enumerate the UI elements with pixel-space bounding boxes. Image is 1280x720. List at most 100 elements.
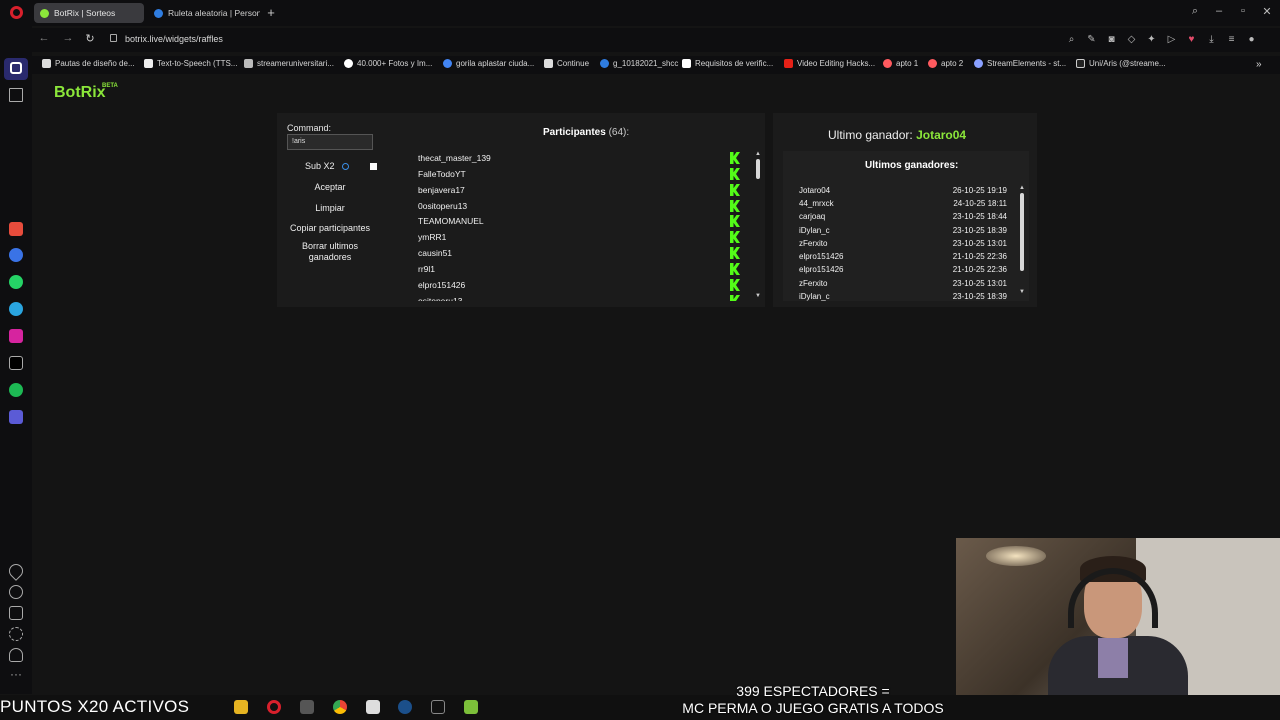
reload-button[interactable]: ↻: [82, 32, 98, 45]
back-button[interactable]: ←: [36, 32, 52, 44]
heart-icon[interactable]: [6, 561, 26, 581]
steam-icon[interactable]: [398, 700, 412, 714]
forward-button[interactable]: →: [60, 32, 76, 44]
download-icon[interactable]: ⤓: [1206, 34, 1217, 45]
more-icon[interactable]: ···: [9, 668, 23, 683]
shield-icon[interactable]: ◇: [1126, 34, 1137, 45]
bookmark-item[interactable]: streameruniversitari...: [244, 59, 334, 68]
tab-botrix[interactable]: BotRix | Sorteos: [34, 3, 144, 23]
sub-x2-checkbox[interactable]: [370, 163, 377, 170]
chrome-icon[interactable]: [333, 700, 347, 714]
app-icon[interactable]: [300, 700, 314, 714]
spotify-icon[interactable]: [9, 383, 23, 397]
bookmark-item[interactable]: apto 1: [883, 59, 918, 68]
winners-scrollbar[interactable]: ▲ ▼: [1019, 185, 1025, 297]
bookmark-item[interactable]: apto 2: [928, 59, 963, 68]
winner-row: iDylan_c 23-10-25 18:39: [799, 226, 1007, 235]
new-tab-button[interactable]: +: [264, 6, 278, 20]
instagram-icon[interactable]: [9, 329, 23, 343]
participants-scrollbar[interactable]: ▲ ▼: [755, 151, 761, 301]
list-item: 0ositoperu13: [407, 199, 740, 215]
whatsapp-icon[interactable]: [9, 275, 23, 289]
folder-icon[interactable]: [234, 700, 248, 714]
winner-row: zFerxito 23-10-25 13:01: [799, 239, 1007, 248]
botrix-logo[interactable]: BotRix BETA: [54, 83, 118, 102]
edit-icon[interactable]: ✎: [1086, 34, 1097, 45]
bookmark-item[interactable]: StreamElements - st...: [974, 59, 1066, 68]
more-bookmarks-icon[interactable]: »: [1256, 59, 1262, 70]
aria-icon[interactable]: [9, 222, 23, 236]
scroll-down-icon[interactable]: ▼: [755, 293, 761, 299]
x-icon[interactable]: [9, 356, 23, 370]
webcam-light: [986, 546, 1046, 566]
delete-winners-button[interactable]: Borrar ultimos ganadores: [287, 241, 373, 263]
list-item: causin51: [407, 246, 740, 262]
url-field[interactable]: botrix.live/widgets/raffles: [125, 34, 223, 44]
bookmark-item[interactable]: g_10182021_shcc: [600, 59, 678, 68]
window-icon[interactable]: [366, 700, 380, 714]
telegram-icon[interactable]: [9, 302, 23, 316]
play-icon[interactable]: ▷: [1166, 34, 1177, 45]
bookmark-item[interactable]: Requisitos de verific...: [682, 59, 773, 68]
scroll-down-icon[interactable]: ▼: [1019, 289, 1025, 295]
taskbar: [0, 695, 1280, 720]
heart-icon[interactable]: ♥: [1186, 34, 1197, 45]
list-item: elpro151426: [407, 278, 740, 294]
bookmark-item[interactable]: Continue: [544, 59, 589, 68]
accept-button[interactable]: Aceptar: [287, 182, 373, 193]
winner-row: elpro151426 21-10-25 22:36: [799, 252, 1007, 261]
x-icon: [682, 59, 691, 68]
command-input[interactable]: !aris: [287, 134, 373, 150]
kick-icon: [730, 231, 740, 243]
participants-list: thecat_master_139 FalleTodoYT benjavera1…: [407, 151, 747, 301]
kick-icon: [730, 247, 740, 259]
bookmark-item[interactable]: Pautas de diseño de...: [42, 59, 135, 68]
cube-icon[interactable]: [9, 606, 23, 620]
copy-participants-button[interactable]: Copiar participantes: [287, 223, 373, 234]
opera-icon[interactable]: [267, 700, 281, 714]
scroll-thumb[interactable]: [1020, 193, 1024, 271]
bookmark-item[interactable]: Uni/Aris (@streame...: [1076, 59, 1166, 68]
command-label: Command:: [287, 123, 332, 133]
close-window-button[interactable]: ✕: [1259, 5, 1275, 18]
kick-icon: [730, 279, 740, 291]
winner-row: 44_mrxck 24-10-25 18:11: [799, 199, 1007, 208]
history-icon[interactable]: [9, 585, 23, 599]
participants-count: (64):: [608, 127, 630, 138]
tab-bar: BotRix | Sorteos Ruleta aleatoria | Pers…: [0, 0, 1280, 26]
bookmark-item[interactable]: Video Editing Hacks...: [784, 59, 875, 68]
info-icon[interactable]: [342, 163, 349, 170]
x-icon[interactable]: [431, 700, 445, 714]
last-winner: Ultimo ganador: Jotaro04: [828, 128, 967, 142]
star-icon[interactable]: [9, 88, 23, 102]
lightbulb-icon[interactable]: [9, 648, 23, 662]
messenger-icon[interactable]: [9, 248, 23, 262]
list-item: ositoperu13: [407, 294, 740, 301]
settings-icon[interactable]: [9, 627, 23, 641]
search-tabs-icon[interactable]: ⌕: [1187, 5, 1203, 18]
bookmark-item[interactable]: gorila aplastar ciuda...: [443, 59, 534, 68]
profile-icon[interactable]: ●: [1246, 34, 1257, 45]
extension-icon[interactable]: ✦: [1146, 34, 1157, 45]
scroll-thumb[interactable]: [756, 159, 760, 179]
minimize-button[interactable]: –: [1211, 5, 1227, 17]
kick-icon: [730, 215, 740, 227]
last-winner-name: Jotaro04: [916, 128, 967, 142]
home-icon: [10, 62, 22, 74]
tiktok-icon: [1076, 59, 1085, 68]
google-icon: [443, 59, 452, 68]
opera-logo-icon[interactable]: [10, 6, 23, 19]
scroll-up-icon[interactable]: ▲: [755, 151, 761, 157]
menu-icon[interactable]: ≡: [1226, 34, 1237, 45]
streamelements-icon: [974, 59, 983, 68]
bookmark-item[interactable]: 40.000+ Fotos y Im...: [344, 59, 432, 68]
search-icon[interactable]: ⌕: [1066, 34, 1077, 45]
scroll-up-icon[interactable]: ▲: [1019, 185, 1025, 191]
maximize-button[interactable]: ▫: [1235, 5, 1251, 17]
clear-button[interactable]: Limpiar: [287, 203, 373, 214]
player-icon[interactable]: [9, 410, 23, 424]
minecraft-icon[interactable]: [464, 700, 478, 714]
tab-ruleta[interactable]: Ruleta aleatoria | Personali: [148, 3, 260, 23]
camera-icon[interactable]: ◙: [1106, 34, 1117, 45]
bookmark-item[interactable]: Text-to-Speech (TTS...: [144, 59, 237, 68]
